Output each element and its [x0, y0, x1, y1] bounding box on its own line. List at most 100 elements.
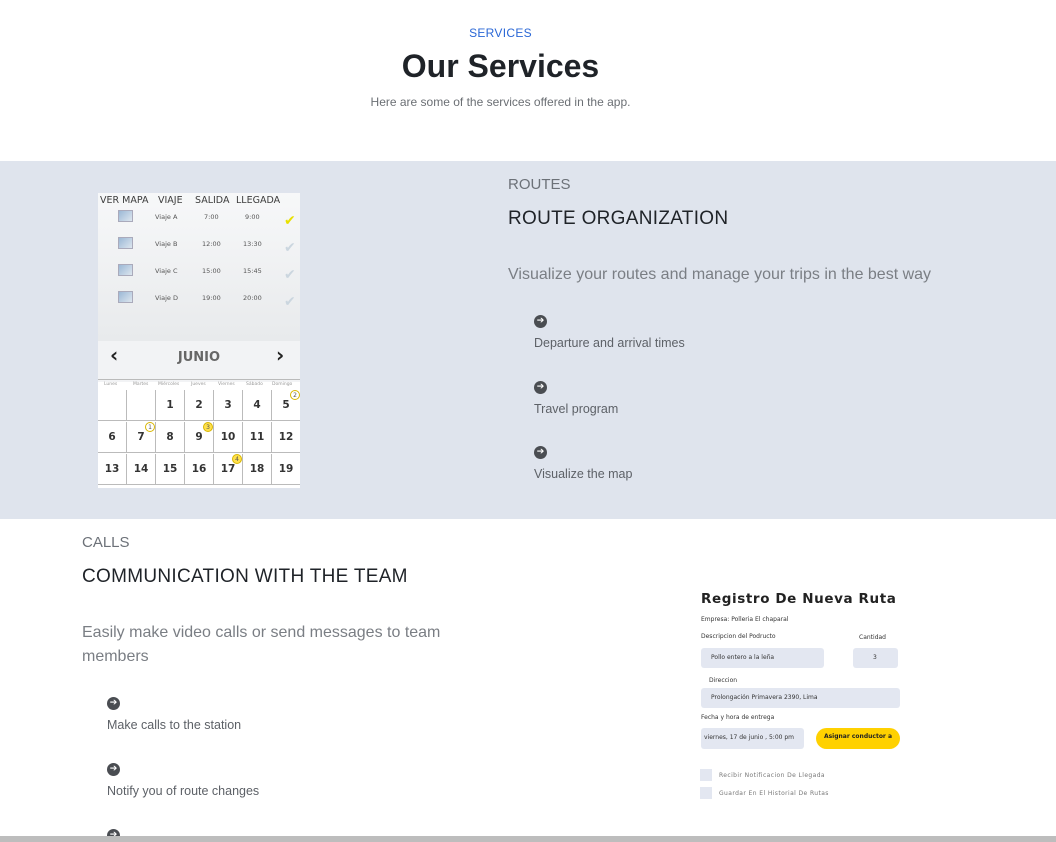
calls-title: COMMUNICATION WITH THE TEAM: [82, 566, 408, 587]
day-number: 16: [191, 463, 207, 475]
day-number: 12: [278, 431, 294, 443]
day-number: 9: [195, 431, 203, 443]
calendar-month: JUNIO: [177, 350, 221, 365]
notify-checkbox: [700, 769, 712, 781]
map-icon: [118, 210, 133, 222]
calendar-day: 4: [243, 390, 272, 421]
calendar-day: 17 4: [214, 454, 243, 485]
calendar-day: 18: [243, 454, 272, 485]
feature-item: ➔ Departure and arrival times: [534, 315, 685, 350]
calendar-day: 12: [272, 422, 300, 453]
day-number: 19: [278, 463, 294, 475]
feature-label: Notify you of route changes: [107, 784, 260, 798]
arrival-time: 9:00: [245, 213, 260, 221]
date-field: viernes, 17 de junio , 5:00 pm: [701, 728, 804, 749]
calendar-weekdays: Lunes Martes Miércoles Jueves Viernes Sá…: [98, 382, 300, 390]
chevron-right-icon: ›: [276, 343, 285, 367]
routes-title: ROUTE ORGANIZATION: [508, 208, 729, 229]
event-badge: 4: [232, 454, 242, 464]
schedule-row: Viaje B 12:00 13:30 ✔: [98, 235, 300, 256]
routes-kicker: ROUTES: [508, 176, 571, 193]
schedule-table: VER MAPA VIAJE SALIDA LLEGADA Viaje A 7:…: [98, 193, 300, 341]
feature-item: ➔ Travel program: [534, 381, 618, 416]
day-number: 4: [253, 399, 261, 411]
qty-label: Cantidad: [859, 634, 886, 641]
checkmark-icon: ✔: [284, 213, 296, 229]
arrival-time: 20:00: [243, 294, 262, 302]
departure-time: 19:00: [202, 294, 221, 302]
arrival-time: 15:45: [243, 267, 262, 275]
weekday: Miércoles: [158, 382, 180, 387]
day-number: 2: [195, 399, 203, 411]
feature-label: Travel program: [534, 402, 619, 416]
trip-name: Viaje B: [155, 240, 178, 248]
history-label: Guardar En El Historial De Rutas: [719, 790, 829, 797]
address-field: Prolongación Primavera 2390, Lima: [701, 688, 900, 708]
calendar-day: 6: [98, 422, 127, 453]
calendar-grid: Lunes Martes Miércoles Jueves Viernes Sá…: [98, 382, 300, 488]
calls-lead: Easily make video calls or send messages…: [82, 624, 441, 665]
calendar-day: 71: [127, 422, 156, 453]
day-number: 13: [104, 463, 120, 475]
calendar-day: 11: [243, 422, 272, 453]
product-field: Pollo entero a la leña: [701, 648, 824, 668]
date-label: Fecha y hora de entrega: [701, 714, 775, 721]
schedule-header: VIAJE: [158, 195, 183, 206]
address-label: Direccion: [709, 677, 738, 684]
event-badge: 2: [290, 390, 300, 400]
page-title: Our Services: [401, 48, 600, 84]
day-number: 10: [220, 431, 236, 443]
company-label: Empresa: Polleria El chaparal: [701, 616, 789, 623]
weekday: Martes: [133, 382, 149, 387]
feature-label: Visualize the map: [534, 467, 633, 481]
arrow-right-circle-icon: ➔: [534, 315, 547, 328]
checkmark-icon: ✔: [284, 294, 296, 310]
map-icon: [118, 291, 133, 303]
schedule-header: VER MAPA: [100, 195, 149, 206]
day-number: 5: [282, 399, 290, 411]
feature-label: Make calls to the station: [107, 718, 242, 732]
routes-lead: Visualize your routes and manage your tr…: [508, 266, 932, 283]
calendar-day: [127, 390, 156, 421]
event-badge: 1: [145, 422, 155, 432]
departure-time: 12:00: [202, 240, 221, 248]
feature-item: ➔ Notify you of route changes: [107, 763, 259, 798]
day-number: 8: [166, 431, 174, 443]
calendar-day: 10: [214, 422, 243, 453]
day-number: 11: [249, 431, 265, 443]
departure-time: 15:00: [202, 267, 221, 275]
section-eyebrow: SERVICES: [469, 26, 532, 40]
day-number: 14: [133, 463, 149, 475]
product-label: Descripcion del Podructo: [701, 633, 776, 640]
weekday: Jueves: [191, 382, 206, 387]
map-icon: [118, 264, 133, 276]
checkmark-icon: ✔: [284, 240, 296, 256]
schedule-header: LLEGADA: [236, 195, 281, 206]
day-number: 1: [166, 399, 174, 411]
calendar-day: 1: [156, 390, 185, 421]
day-number: 3: [224, 399, 232, 411]
calendar-day: 93: [185, 422, 214, 453]
day-number: 15: [162, 463, 178, 475]
arrival-time: 13:30: [243, 240, 262, 248]
trip-name: Viaje D: [155, 294, 178, 302]
arrow-right-circle-icon: ➔: [107, 763, 120, 776]
feature-label: Departure and arrival times: [534, 336, 685, 350]
trip-name: Viaje C: [155, 267, 178, 275]
checkmark-icon: ✔: [284, 267, 296, 283]
map-icon: [118, 237, 133, 249]
departure-time: 7:00: [204, 213, 219, 221]
history-checkbox: [700, 787, 712, 799]
horizontal-scrollbar[interactable]: [0, 836, 1056, 842]
feature-item: ➔ Make calls to the station: [107, 697, 241, 732]
calendar-day: 2: [185, 390, 214, 421]
calendar-day: 3: [214, 390, 243, 421]
schedule-header: SALIDA: [195, 195, 230, 206]
schedule-row: Viaje C 15:00 15:45 ✔: [98, 262, 300, 283]
schedule-row: Viaje D 19:00 20:00 ✔: [98, 289, 300, 310]
form-title: Registro De Nueva Ruta: [701, 591, 897, 607]
calendar-day: 19: [272, 454, 300, 485]
schedule-screenshot: VER MAPA VIAJE SALIDA LLEGADA Viaje A 7:…: [98, 193, 300, 488]
calendar-day: 13: [98, 454, 127, 485]
weekday: Lunes: [104, 382, 118, 387]
